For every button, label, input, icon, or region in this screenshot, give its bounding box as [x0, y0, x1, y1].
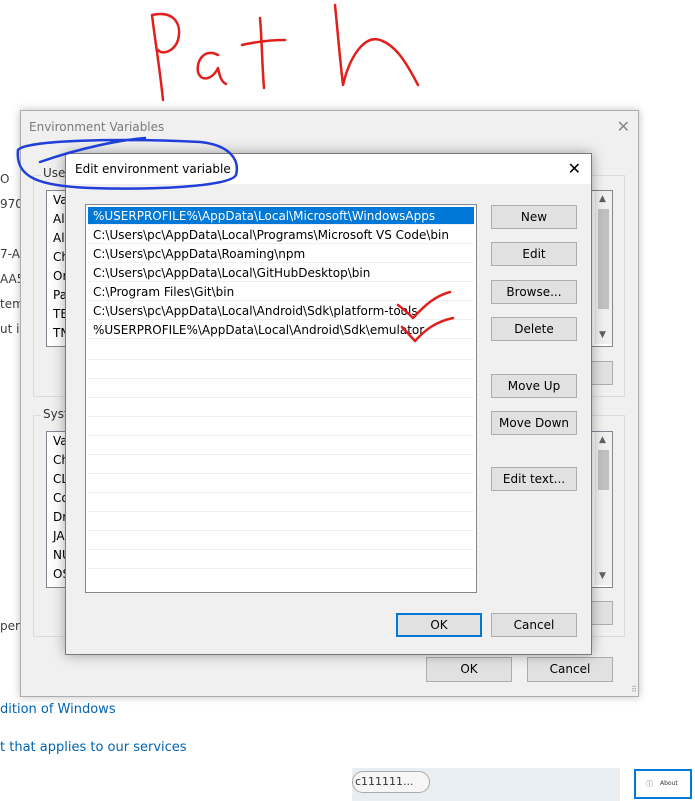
blue-circle-annotation — [16, 136, 239, 190]
handwritten-path-word — [150, 3, 420, 102]
red-checkmark — [396, 290, 452, 320]
red-checkmark — [400, 316, 455, 343]
handwritten-annotations — [16, 3, 455, 343]
